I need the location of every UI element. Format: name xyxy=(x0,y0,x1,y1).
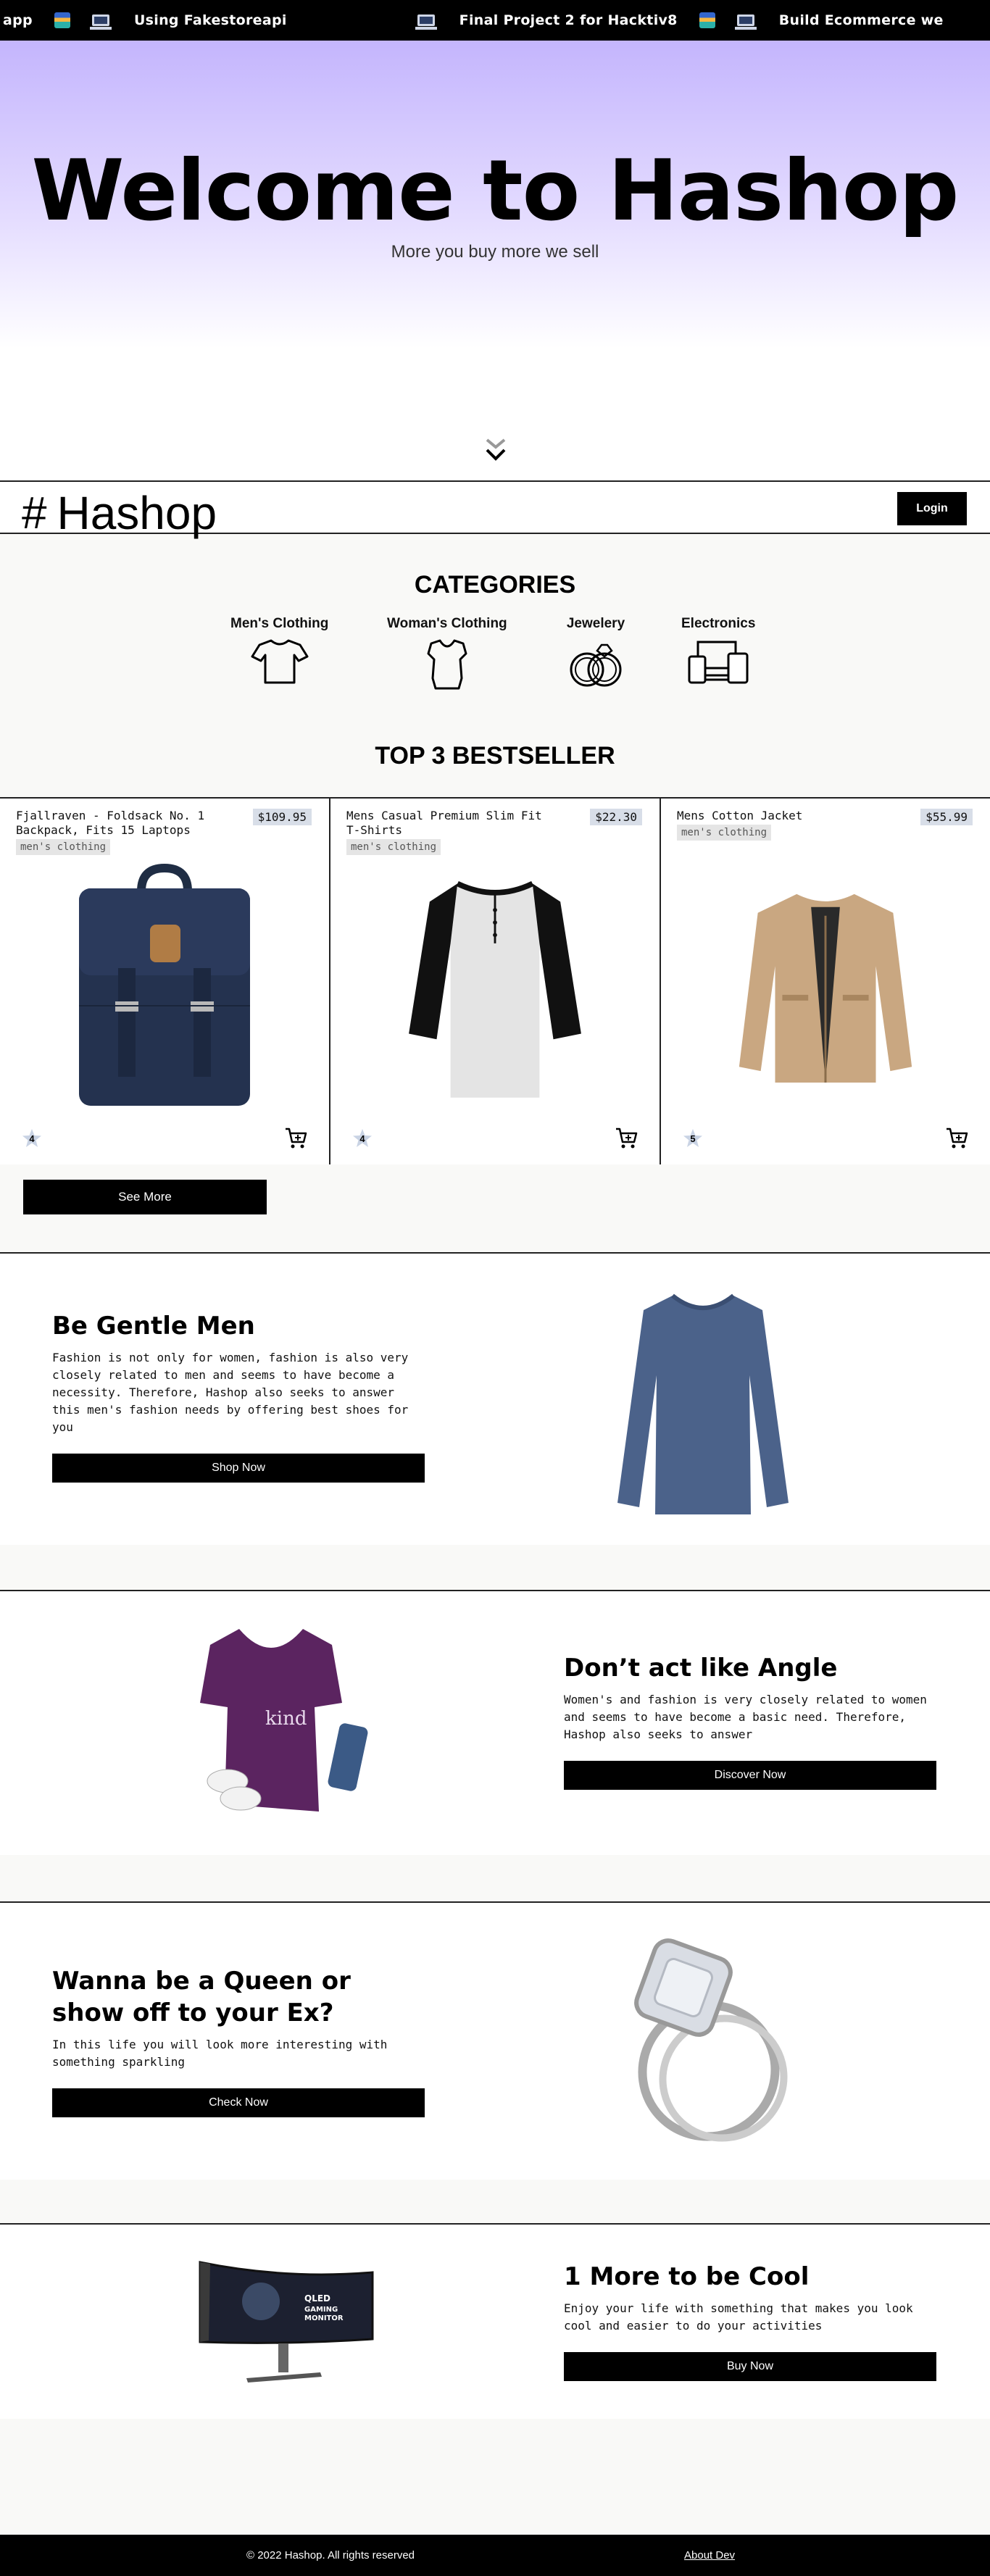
buy-now-button[interactable]: Buy Now xyxy=(564,2352,936,2381)
discover-now-button[interactable]: Discover Now xyxy=(564,1761,936,1790)
rating-value: 5 xyxy=(690,1133,696,1144)
product-title: Mens Casual Premium Slim Fit T-Shirts me… xyxy=(346,809,557,855)
brand-logo[interactable]: # Hashop xyxy=(22,486,217,540)
person-emoji-icon xyxy=(699,12,715,28)
footer: © 2022 Hashop. All rights reserved About… xyxy=(0,2535,990,2576)
women-tshirt-image: kind xyxy=(200,1629,368,1812)
category-womans-clothing[interactable]: Woman's Clothing xyxy=(387,616,507,691)
backpack-image xyxy=(75,864,254,1110)
category-label: Men's Clothing xyxy=(230,616,329,631)
rating-badge: 4 xyxy=(22,1128,42,1149)
laptop-emoji-icon xyxy=(734,14,757,30)
product-card[interactable]: Mens Casual Premium Slim Fit T-Shirts me… xyxy=(330,799,661,1164)
promo-text: Be Gentle Men Fashion is not only for wo… xyxy=(52,1310,429,1483)
hash-icon: # xyxy=(22,488,47,538)
add-to-cart-icon[interactable] xyxy=(615,1127,638,1150)
product-card[interactable]: Mens Cotton Jacket men's clothing $55.99… xyxy=(661,799,990,1164)
about-dev-link[interactable]: About Dev xyxy=(684,2549,735,2562)
bestseller-title: TOP 3 BESTSELLER xyxy=(375,742,615,770)
person-emoji-icon xyxy=(54,12,70,28)
product-title: Mens Cotton Jacket men's clothing xyxy=(677,809,887,841)
category-mens-clothing[interactable]: Men's Clothing xyxy=(230,616,328,685)
laptop-emoji-icon xyxy=(89,14,112,30)
categories-title: CATEGORIES xyxy=(414,571,576,599)
blouse-icon xyxy=(427,639,467,690)
product-grid: Fjallraven - Foldsack No. 1 Backpack, Fi… xyxy=(0,797,990,1164)
promo-title: 1 More to be Cool xyxy=(564,2262,810,2291)
login-button[interactable]: Login xyxy=(897,492,967,525)
category-label: Electronics xyxy=(681,616,756,631)
announcement-marquee: eb app Using Fakestoreapi Final Project … xyxy=(0,0,990,41)
price-badge: $22.30 xyxy=(590,809,642,825)
rating-badge: 5 xyxy=(683,1128,703,1149)
double-chevron-down-icon[interactable] xyxy=(484,435,507,464)
promo-text: Wanna be a Queen or show off to your Ex?… xyxy=(52,1965,429,2117)
longsleeve-shirt-image xyxy=(617,1293,789,1514)
shop-now-button[interactable]: Shop Now xyxy=(52,1454,425,1483)
gaming-monitor-image: QLED GAMING MONITOR xyxy=(199,2261,374,2383)
promo-description: Fashion is not only for women, fashion i… xyxy=(52,1351,409,1434)
promo-jewelery-section: Wanna be a Queen or show off to your Ex?… xyxy=(0,1901,990,2180)
product-title-text: Fjallraven - Foldsack No. 1 Backpack, Fi… xyxy=(16,809,205,837)
devices-icon xyxy=(688,641,749,684)
see-more-button[interactable]: See More xyxy=(23,1180,267,1214)
tshirt-icon xyxy=(251,639,309,684)
product-title-text: Mens Casual Premium Slim Fit T-Shirts xyxy=(346,809,542,837)
laptop-emoji-icon xyxy=(415,14,437,30)
navbar: # Hashop Login xyxy=(0,480,990,539)
price-badge: $55.99 xyxy=(920,809,973,825)
cotton-jacket-image xyxy=(736,887,915,1088)
add-to-cart-icon[interactable] xyxy=(284,1127,307,1150)
product-title: Fjallraven - Foldsack No. 1 Backpack, Fi… xyxy=(16,809,226,855)
promo-text: Don’t act like Angle Women's and fashion… xyxy=(564,1652,941,1790)
promo-title: Wanna be a Queen or show off to your Ex? xyxy=(52,1967,351,2027)
promo-text: 1 More to be Cool Enjoy your life with s… xyxy=(564,2261,941,2381)
rings-icon xyxy=(570,643,622,687)
marquee-text: Build Ecommerce we xyxy=(778,12,944,28)
category-badge: men's clothing xyxy=(16,839,111,855)
category-label: Woman's Clothing xyxy=(387,616,507,631)
category-badge: men's clothing xyxy=(346,839,441,855)
check-now-button[interactable]: Check Now xyxy=(52,2088,425,2117)
promo-women-section: kind Don’t act like Angle Women's and fa… xyxy=(0,1590,990,1855)
svg-text:MONITOR: MONITOR xyxy=(304,2314,344,2322)
marquee-text: Final Project 2 for Hacktiv8 xyxy=(459,12,678,28)
svg-text:GAMING: GAMING xyxy=(304,2306,338,2314)
category-label: Jewelery xyxy=(566,616,625,631)
rating-badge: 4 xyxy=(352,1128,373,1149)
product-title-text: Mens Cotton Jacket xyxy=(677,809,803,822)
category-electronics[interactable]: Electronics xyxy=(681,616,755,685)
hero-subtitle: More you buy more we sell xyxy=(391,242,599,262)
add-to-cart-icon[interactable] xyxy=(945,1127,968,1150)
category-jewelery[interactable]: Jewelery xyxy=(565,616,626,691)
promo-men-section: Be Gentle Men Fashion is not only for wo… xyxy=(0,1252,990,1545)
rating-value: 4 xyxy=(29,1133,35,1144)
svg-text:kind: kind xyxy=(265,1708,307,1730)
rating-value: 4 xyxy=(359,1133,365,1144)
category-badge: men's clothing xyxy=(677,825,772,841)
diamond-ring-image xyxy=(634,1938,788,2142)
svg-text:QLED: QLED xyxy=(304,2293,330,2304)
product-card[interactable]: Fjallraven - Foldsack No. 1 Backpack, Fi… xyxy=(0,799,330,1164)
category-list: Men's Clothing Woman's Clothing Jewelery… xyxy=(225,616,775,696)
promo-description: Women's and fashion is very closely rela… xyxy=(564,1693,927,1741)
copyright-text: © 2022 Hashop. All rights reserved xyxy=(246,2549,415,2562)
hero-title: Welcome to Hashop xyxy=(31,142,960,240)
promo-title: Be Gentle Men xyxy=(52,1312,255,1341)
price-badge: $109.95 xyxy=(252,809,312,825)
promo-electronics-section: QLED GAMING MONITOR 1 More to be Cool En… xyxy=(0,2223,990,2419)
marquee-text: eb app xyxy=(0,12,33,28)
promo-title: Don’t act like Angle xyxy=(564,1654,838,1683)
promo-description: Enjoy your life with something that make… xyxy=(564,2301,913,2333)
promo-description: In this life you will look more interest… xyxy=(52,2038,388,2069)
marquee-text: Using Fakestoreapi xyxy=(133,12,287,28)
hero-section: Welcome to Hashop More you buy more we s… xyxy=(0,41,990,480)
henley-shirt-image xyxy=(409,874,581,1101)
brand-name: Hashop xyxy=(57,487,217,539)
